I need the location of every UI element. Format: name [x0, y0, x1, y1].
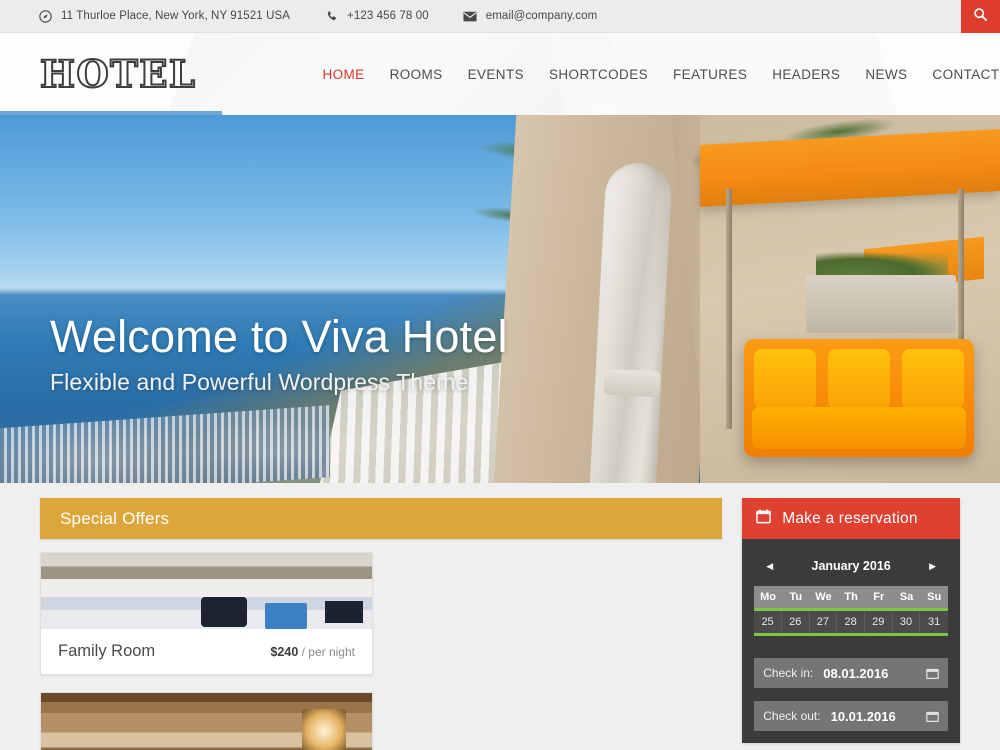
calendar-prev-icon[interactable]: ◀ — [766, 561, 773, 571]
special-offers-title: Special Offers — [60, 508, 170, 528]
calendar-day-cell[interactable]: 25 — [754, 611, 782, 633]
offer-card-family-room[interactable]: Family Room $240 / per night — [40, 552, 373, 675]
top-contact-bar: 11 Thurloe Place, New York, NY 91521 USA… — [0, 0, 1000, 33]
envelope-icon — [463, 9, 478, 24]
nav-item-events[interactable]: EVENTS — [468, 67, 524, 82]
phone-text: +123 456 78 00 — [347, 10, 429, 22]
weekday-su: Su — [927, 591, 942, 603]
weekday-sa: Sa — [899, 591, 914, 603]
search-icon — [973, 7, 988, 27]
nav-item-home[interactable]: HOME — [322, 67, 364, 82]
weekday-mo: Mo — [760, 591, 777, 603]
address-item: 11 Thurloe Place, New York, NY 91521 USA — [38, 9, 290, 24]
calendar-month-label: January 2016 — [811, 559, 891, 573]
calendar-date-row: 25 26 27 28 29 30 31 — [754, 608, 948, 636]
hero-sofa-seat — [752, 407, 966, 449]
calendar-day-cell[interactable]: 27 — [810, 611, 838, 633]
hero-cushion-right — [902, 349, 964, 409]
calendar-icon — [756, 509, 772, 529]
nav-item-features[interactable]: FEATURES — [673, 67, 747, 82]
offer-title-family-room: Family Room — [58, 642, 156, 660]
nav-item-news[interactable]: NEWS — [865, 67, 907, 82]
hero-slider[interactable]: Welcome to Viva Hotel Flexible and Power… — [0, 115, 1000, 483]
main-content: Special Offers Family Room $240 / per ni… — [0, 483, 1000, 750]
reservation-panel: Make a reservation ◀ January 2016 ▶ Mo T… — [742, 498, 960, 743]
checkout-field[interactable]: Check out: 10.01.2016 — [754, 701, 948, 731]
weekday-we: We — [815, 591, 832, 603]
weekday-th: Th — [844, 591, 858, 603]
nav-item-contacts[interactable]: CONTACTS — [932, 67, 1000, 82]
slider-progress-bar — [0, 111, 222, 115]
hero-caption: Welcome to Viva Hotel Flexible and Power… — [50, 313, 508, 396]
checkout-value: 10.01.2016 — [830, 708, 896, 724]
reservation-widget: Make a reservation ◀ January 2016 ▶ Mo T… — [742, 498, 960, 750]
hero-cushion-left — [754, 349, 816, 409]
hero-orange-sofa — [744, 339, 974, 457]
reservation-header: Make a reservation — [742, 498, 960, 539]
address-text: 11 Thurloe Place, New York, NY 91521 USA — [61, 10, 291, 22]
calendar-day-cell[interactable]: 31 — [920, 611, 948, 633]
offer-price-unit: / per night — [301, 644, 355, 659]
email-text: email@company.com — [485, 10, 598, 22]
nav-item-shortcodes[interactable]: SHORTCODES — [549, 67, 648, 82]
weekday-fr: Fr — [873, 591, 885, 603]
site-logo[interactable]: HOTEL — [39, 54, 196, 93]
calendar-day-cell[interactable]: 30 — [893, 611, 921, 633]
hero-title: Welcome to Viva Hotel — [50, 311, 508, 362]
offer-image-business-class-room — [41, 693, 372, 750]
calendar-day-cell[interactable]: 29 — [865, 611, 893, 633]
checkout-label: Check out: — [763, 709, 821, 723]
hero-umbrella-strap — [603, 368, 661, 398]
hero-canopy-post-left — [726, 189, 732, 429]
offer-image-family-room — [41, 553, 372, 629]
calendar-navigation: ◀ January 2016 ▶ — [754, 553, 948, 579]
phone-icon — [324, 9, 339, 24]
site-header: HOTEL HOME ROOMS EVENTS SHORTCODES FEATU… — [0, 33, 1000, 115]
calendar-day-cell[interactable]: 28 — [837, 611, 865, 633]
calendar-day-cell[interactable]: 26 — [782, 611, 810, 633]
hero-planter-box — [806, 275, 956, 333]
calendar-icon[interactable] — [926, 667, 939, 680]
special-offers-header: Special Offers — [40, 498, 723, 539]
calendar-weekday-row: Mo Tu We Th Fr Sa Su — [754, 586, 948, 608]
nav-item-headers[interactable]: HEADERS — [772, 67, 840, 82]
hero-cushion-mid — [828, 349, 890, 409]
hero-subtitle: Flexible and Powerful Wordpress Theme — [50, 369, 469, 396]
main-navigation: HOME ROOMS EVENTS SHORTCODES FEATURES HE… — [322, 67, 1000, 82]
offer-price-amount: $240 — [270, 644, 299, 659]
phone-item: +123 456 78 00 — [324, 9, 429, 24]
offer-price-family-room: $240 / per night — [270, 645, 355, 659]
weekday-tu: Tu — [789, 591, 803, 603]
offer-card-business-class-room[interactable]: Business Class Room $720 / per night — [40, 692, 373, 750]
reservation-title: Make a reservation — [782, 509, 918, 527]
search-button[interactable] — [961, 0, 1000, 33]
checkin-value: 08.01.2016 — [823, 665, 889, 681]
calendar-next-icon[interactable]: ▶ — [929, 561, 936, 571]
special-offers-section: Special Offers Family Room $240 / per ni… — [40, 498, 723, 750]
checkin-label: Check in: — [763, 666, 814, 680]
compass-icon — [38, 9, 53, 24]
calendar-icon[interactable] — [926, 710, 939, 723]
offers-grid: Family Room $240 / per night Business Cl… — [40, 552, 722, 750]
reservation-body: ◀ January 2016 ▶ Mo Tu We Th Fr Sa Su 25… — [742, 539, 960, 743]
checkin-field[interactable]: Check in: 08.01.2016 — [754, 658, 948, 688]
nav-item-rooms[interactable]: ROOMS — [390, 67, 443, 82]
email-item: email@company.com — [463, 9, 598, 24]
